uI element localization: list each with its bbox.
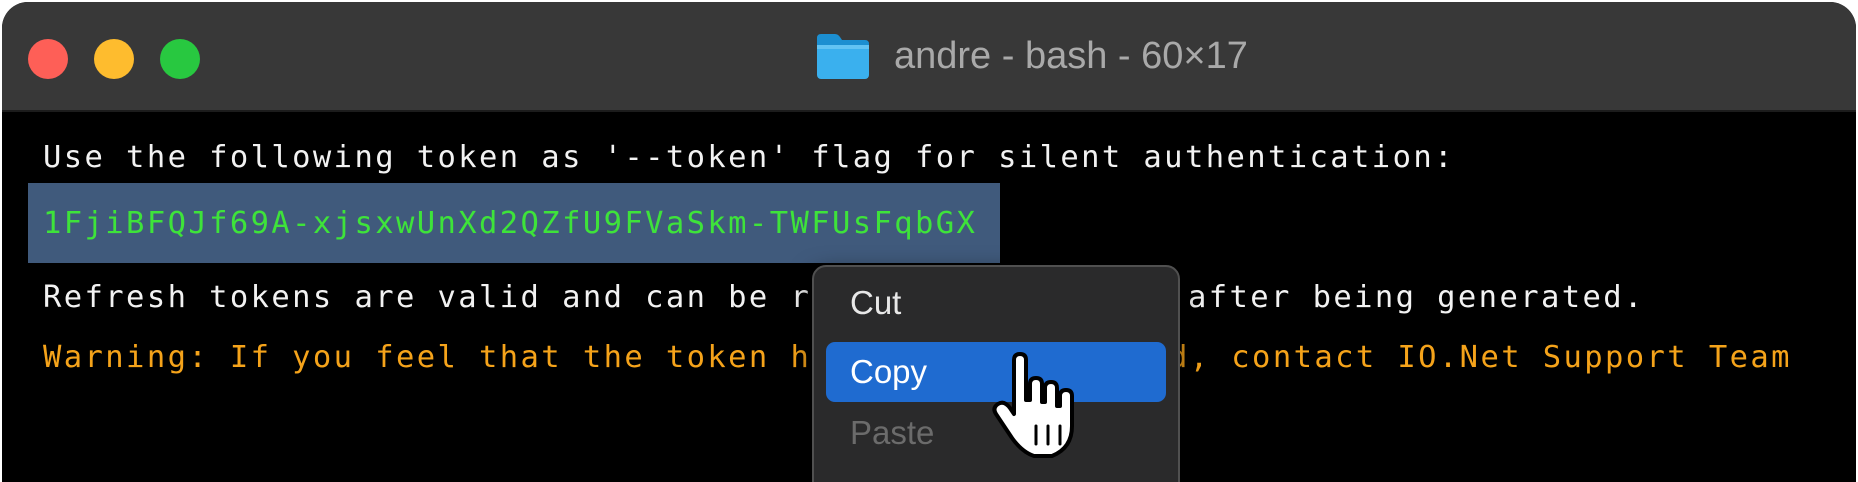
window-title: andre - bash - 60×17 xyxy=(894,34,1248,77)
terminal-line-refresh: Refresh tokens are valid and can be re af… xyxy=(43,280,1642,315)
terminal-token[interactable]: 1FjiBFQJf69A-xjsxwUnXd2QZfU9FVaSkm-TWFUs… xyxy=(43,206,977,241)
minimize-button[interactable] xyxy=(94,39,134,79)
title-bar[interactable]: andre - bash - 60×17 xyxy=(2,2,1856,112)
close-button[interactable] xyxy=(28,39,68,79)
window-title-group: andre - bash - 60×17 xyxy=(814,28,1248,84)
folder-icon xyxy=(817,34,869,79)
terminal-line-warning-tail: d, contact IO.Net Support Team xyxy=(1169,340,1792,375)
terminal-line-refresh-head: Refresh tokens are valid and can be re xyxy=(43,280,832,315)
terminal-window: andre - bash - 60×17 Use the following t… xyxy=(2,2,1856,482)
zoom-button[interactable] xyxy=(160,39,200,79)
terminal-line-warning-head: Warning: If you feel that the token ha xyxy=(43,340,832,375)
terminal-line-warning: Warning: If you feel that the token ha d,… xyxy=(43,340,1789,375)
pointing-hand-cursor-icon xyxy=(992,352,1074,458)
terminal-line-instruction: Use the following token as '--token' fla… xyxy=(43,140,1455,175)
menu-item-cut[interactable]: Cut xyxy=(826,273,1166,333)
terminal-line-refresh-tail: after being generated. xyxy=(1188,280,1645,315)
